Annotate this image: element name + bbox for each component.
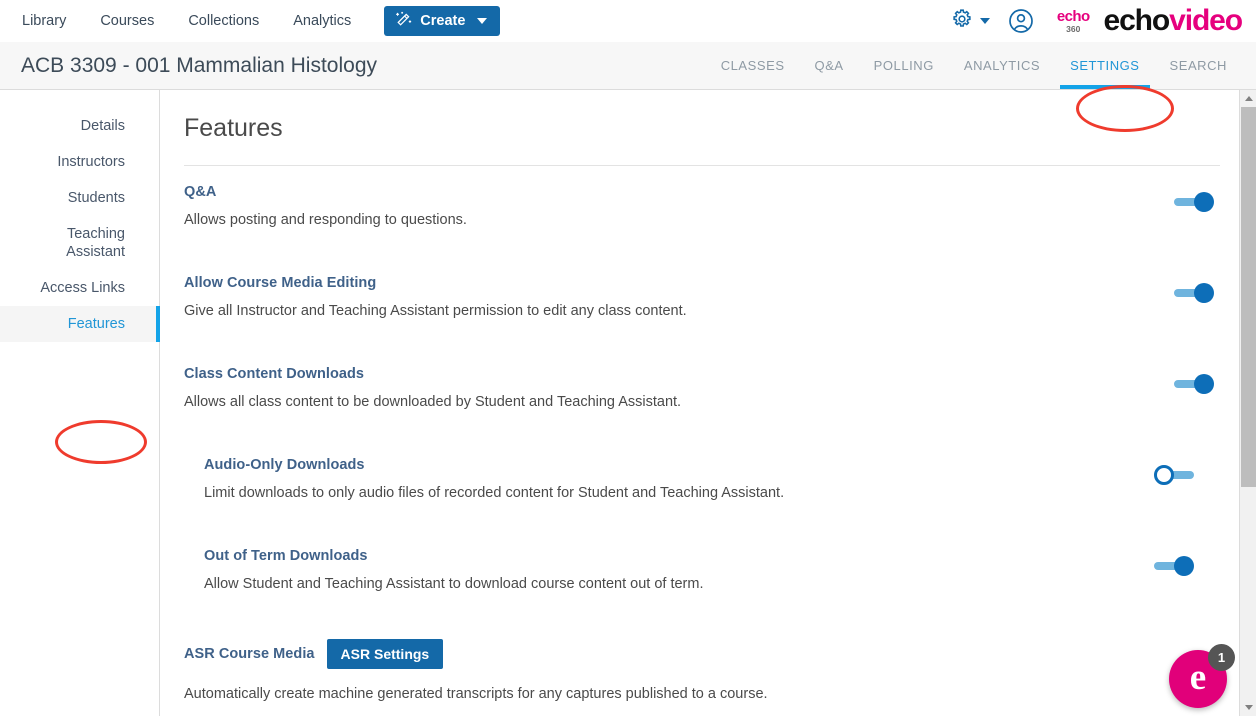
feature-header: ASR Course Media ASR Settings (184, 639, 1256, 669)
feature-desc-allow-course-media-editing: Give all Instructor and Teaching Assista… (184, 303, 687, 319)
page-title: Features (184, 114, 283, 142)
chat-unread-badge[interactable]: 1 (1208, 644, 1235, 671)
sidebar-item-instructors[interactable]: Instructors (0, 144, 159, 180)
course-header-bar: ACB 3309 - 001 Mammalian Histology CLASS… (0, 42, 1256, 132)
feature-title-out-of-term-downloads: Out of Term Downloads (204, 548, 368, 564)
toggle-knob (1174, 556, 1194, 576)
feature-header: Out of Term Downloads (204, 548, 1256, 564)
features-panel: Features Q&A Allows posting and respondi… (160, 90, 1256, 716)
echo360-logo-mark[interactable]: echo 360 (1057, 9, 1090, 34)
asr-settings-button[interactable]: ASR Settings (326, 639, 444, 669)
echo360-logo-bottom: 360 (1066, 23, 1081, 34)
feature-row-audio-only-downloads: Audio-Only Downloads Limit downloads to … (184, 457, 1256, 516)
feature-title-qa: Q&A (184, 184, 217, 200)
feature-row-allow-course-media-editing: Allow Course Media Editing Give all Inst… (184, 275, 1256, 334)
course-tab-bar: CLASSES Q&A POLLING ANALYTICS SETTINGS S… (706, 42, 1256, 89)
sidebar-item-features[interactable]: Features (0, 306, 160, 342)
sidebar-item-access-links[interactable]: Access Links (0, 270, 159, 306)
nav-item-collections[interactable]: Collections (171, 0, 276, 42)
sidebar-item-students[interactable]: Students (0, 180, 159, 216)
feature-header: Q&A (184, 184, 1256, 200)
feature-desc-asr-course-media: Automatically create machine generated t… (184, 686, 768, 702)
chevron-up-icon (1244, 96, 1253, 101)
nav-item-analytics[interactable]: Analytics (276, 0, 368, 42)
echovideo-logo[interactable]: echovideo (1103, 4, 1244, 37)
echovideo-logo-echo: echo (1103, 4, 1171, 37)
feature-desc-qa: Allows posting and responding to questio… (184, 212, 467, 228)
global-top-bar: Library Courses Collections Analytics Cr… (0, 0, 1256, 42)
tab-polling[interactable]: POLLING (859, 42, 949, 89)
feature-desc-class-content-downloads: Allows all class content to be downloade… (184, 394, 682, 410)
nav-item-courses[interactable]: Courses (83, 0, 171, 42)
toggle-allow-course-media-editing[interactable] (1174, 283, 1214, 303)
chevron-down-icon (477, 18, 488, 24)
toggle-audio-only-downloads[interactable] (1154, 465, 1194, 485)
tab-analytics[interactable]: ANALYTICS (949, 42, 1055, 89)
user-avatar-icon[interactable] (1008, 8, 1034, 34)
gear-icon (951, 8, 973, 35)
tab-search[interactable]: SEARCH (1155, 42, 1242, 89)
toggle-knob (1194, 192, 1214, 212)
feature-row-qa: Q&A Allows posting and responding to que… (184, 184, 1256, 243)
vertical-scrollbar[interactable] (1239, 90, 1256, 716)
feature-desc-audio-only-downloads: Limit downloads to only audio files of r… (204, 485, 785, 501)
echovideo-logo-video: video (1169, 4, 1243, 37)
scrollbar-thumb[interactable] (1241, 107, 1256, 487)
sidebar-item-teaching-assistant[interactable]: Teaching Assistant (0, 216, 159, 270)
features-panel-inner: Features Q&A Allows posting and respondi… (160, 90, 1256, 716)
course-title: ACB 3309 - 001 Mammalian Histology (21, 53, 377, 77)
toggle-qa[interactable] (1174, 192, 1214, 212)
chevron-down-icon (1244, 705, 1253, 710)
nav-item-library[interactable]: Library (22, 0, 83, 42)
chevron-down-icon (979, 18, 990, 24)
toggle-knob (1154, 465, 1174, 485)
echo360-logo-top: echo (1056, 7, 1090, 25)
top-bar-right-cluster: echo 360 echovideo (951, 6, 1256, 36)
feature-title-class-content-downloads: Class Content Downloads (184, 366, 364, 382)
feature-header: Allow Course Media Editing (184, 275, 1256, 291)
toggle-knob (1194, 283, 1214, 303)
toggle-out-of-term-downloads[interactable] (1154, 556, 1194, 576)
feature-row-asr-course-media: ASR Course Media ASR Settings Automatica… (184, 639, 1256, 716)
toggle-class-content-downloads[interactable] (1174, 374, 1214, 394)
settings-menu-button[interactable] (951, 8, 990, 35)
tab-classes[interactable]: CLASSES (706, 42, 800, 89)
magic-wand-icon (395, 11, 412, 32)
title-divider (184, 165, 1220, 166)
tab-settings[interactable]: SETTINGS (1055, 42, 1154, 89)
toggle-knob (1194, 374, 1214, 394)
feature-desc-out-of-term-downloads: Allow Student and Teaching Assistant to … (204, 576, 704, 592)
scroll-down-button[interactable] (1240, 699, 1256, 716)
feature-title-audio-only-downloads: Audio-Only Downloads (204, 457, 365, 473)
feature-header: Class Content Downloads (184, 366, 1256, 382)
create-button-label: Create (420, 13, 466, 29)
echo-e-icon: e (1189, 657, 1207, 698)
sidebar-item-details[interactable]: Details (0, 108, 159, 144)
scroll-up-button[interactable] (1240, 90, 1256, 107)
create-button[interactable]: Create (384, 6, 501, 36)
workspace: Details Instructors Students Teaching As… (0, 90, 1256, 716)
feature-row-out-of-term-downloads: Out of Term Downloads Allow Student and … (184, 548, 1256, 607)
feature-header: Audio-Only Downloads (204, 457, 1256, 473)
global-nav: Library Courses Collections Analytics Cr… (22, 0, 501, 42)
feature-title-allow-course-media-editing: Allow Course Media Editing (184, 275, 377, 291)
settings-sidebar: Details Instructors Students Teaching As… (0, 90, 160, 716)
support-chat-widget: e 1 (1169, 644, 1235, 708)
feature-row-class-content-downloads: Class Content Downloads Allows all class… (184, 366, 1256, 425)
feature-title-asr-course-media: ASR Course Media (184, 646, 315, 662)
tab-qa[interactable]: Q&A (800, 42, 859, 89)
